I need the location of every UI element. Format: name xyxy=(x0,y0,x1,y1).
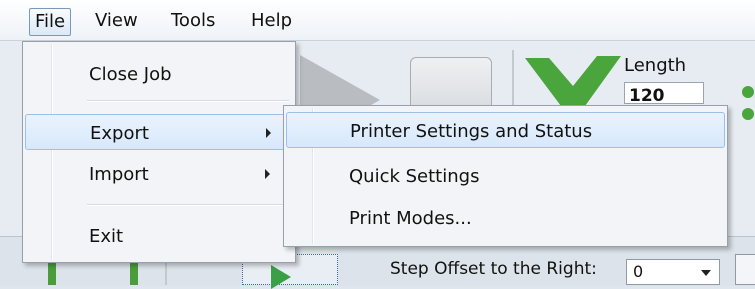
menu-item-export[interactable]: Export xyxy=(25,114,293,150)
length-field[interactable]: 120 xyxy=(624,82,704,104)
menu-item-label: Exit xyxy=(89,226,124,247)
length-label: Length xyxy=(624,55,687,76)
menu-item-exit[interactable]: Exit xyxy=(25,218,293,254)
menu-item-label: Export xyxy=(90,123,149,144)
edge-control[interactable] xyxy=(735,254,755,285)
menu-separator xyxy=(87,204,289,206)
menu-view[interactable]: View xyxy=(90,8,143,36)
step-offset-value: 0 xyxy=(633,262,644,281)
menu-item-label: Printer Settings and Status xyxy=(350,121,593,142)
menu-item-print-modes[interactable]: Print Modes... xyxy=(286,200,725,236)
step-offset-label: Step Offset to the Right: xyxy=(390,259,597,279)
play-icon-small xyxy=(271,265,291,289)
menu-separator xyxy=(87,100,289,102)
menu-item-label: Import xyxy=(89,164,149,185)
menu-item-label: Print Modes... xyxy=(349,208,472,229)
submenu-arrow-icon xyxy=(266,128,271,138)
menu-bar: File View Tools Help xyxy=(0,0,755,41)
step-offset-select[interactable]: 0 xyxy=(626,259,720,285)
menu-item-printer-settings[interactable]: Printer Settings and Status xyxy=(286,112,725,148)
menu-help[interactable]: Help xyxy=(246,8,297,36)
file-menu: Close Job Export Import Exit xyxy=(22,41,296,263)
menu-tools[interactable]: Tools xyxy=(166,8,220,36)
menu-file[interactable]: File xyxy=(29,8,72,36)
submenu-arrow-icon xyxy=(265,169,270,179)
menu-item-quick-settings[interactable]: Quick Settings xyxy=(286,158,725,194)
chevron-down-icon xyxy=(701,270,711,276)
menu-item-label: Close Job xyxy=(89,64,172,85)
menu-item-import[interactable]: Import xyxy=(25,156,293,192)
export-submenu: Printer Settings and Status Quick Settin… xyxy=(283,105,728,247)
green-marker-icon xyxy=(742,86,754,120)
menu-item-label: Quick Settings xyxy=(349,166,480,187)
menu-item-close-job[interactable]: Close Job xyxy=(25,56,293,92)
